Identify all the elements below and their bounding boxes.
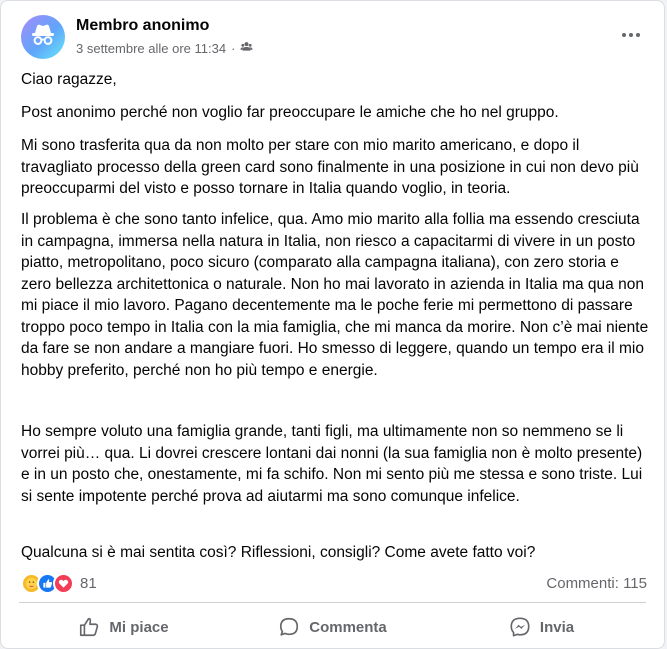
post-card: Membro anonimo 3 settembre alle ore 11:3… (0, 0, 665, 649)
action-divider (19, 602, 646, 603)
anonymous-incognito-icon (29, 21, 57, 54)
group-privacy-icon[interactable] (240, 40, 254, 56)
post-paragraph: Qualcuna si è mai sentita così? Riflessi… (21, 544, 536, 561)
post-actions: Mi piace Commenta Invia (19, 607, 646, 647)
comment-bubble-icon (278, 616, 300, 638)
messenger-icon (509, 616, 531, 638)
post-paragraph: Mi sono trasferita qua da non molto per … (21, 137, 639, 197)
meta-separator: · (231, 40, 236, 56)
comment-button[interactable]: Commenta (228, 607, 437, 647)
send-button-label: Invia (539, 618, 575, 636)
send-button[interactable]: Invia (437, 607, 646, 647)
post-meta: 3 settembre alle ore 11:34 · (76, 40, 254, 56)
reactions-summary[interactable]: 81 (21, 573, 97, 594)
post-timestamp[interactable]: 3 settembre alle ore 11:34 (76, 41, 226, 56)
like-button[interactable]: Mi piace (19, 607, 228, 647)
comments-count-link[interactable]: Commenti: 115 (546, 575, 647, 592)
post-paragraph: Il problema è che sono tanto infelice, q… (21, 211, 649, 379)
post-paragraph: Ho sempre voluto una famiglia grande, ta… (21, 423, 643, 505)
thumbs-up-icon (78, 616, 100, 638)
more-options-icon[interactable] (616, 23, 646, 47)
post-paragraph: Ciao ragazze, (21, 71, 117, 88)
reaction-count[interactable]: 81 (80, 575, 97, 592)
comment-button-label: Commenta (309, 618, 387, 636)
like-button-label: Mi piace (109, 618, 169, 636)
love-icon (53, 573, 74, 594)
post-paragraph: Post anonimo perché non voglio far preoc… (21, 104, 559, 121)
post-header: Membro anonimo 3 settembre alle ore 11:3… (21, 15, 646, 59)
post-author[interactable]: Membro anonimo (76, 17, 209, 35)
avatar[interactable] (21, 15, 65, 59)
